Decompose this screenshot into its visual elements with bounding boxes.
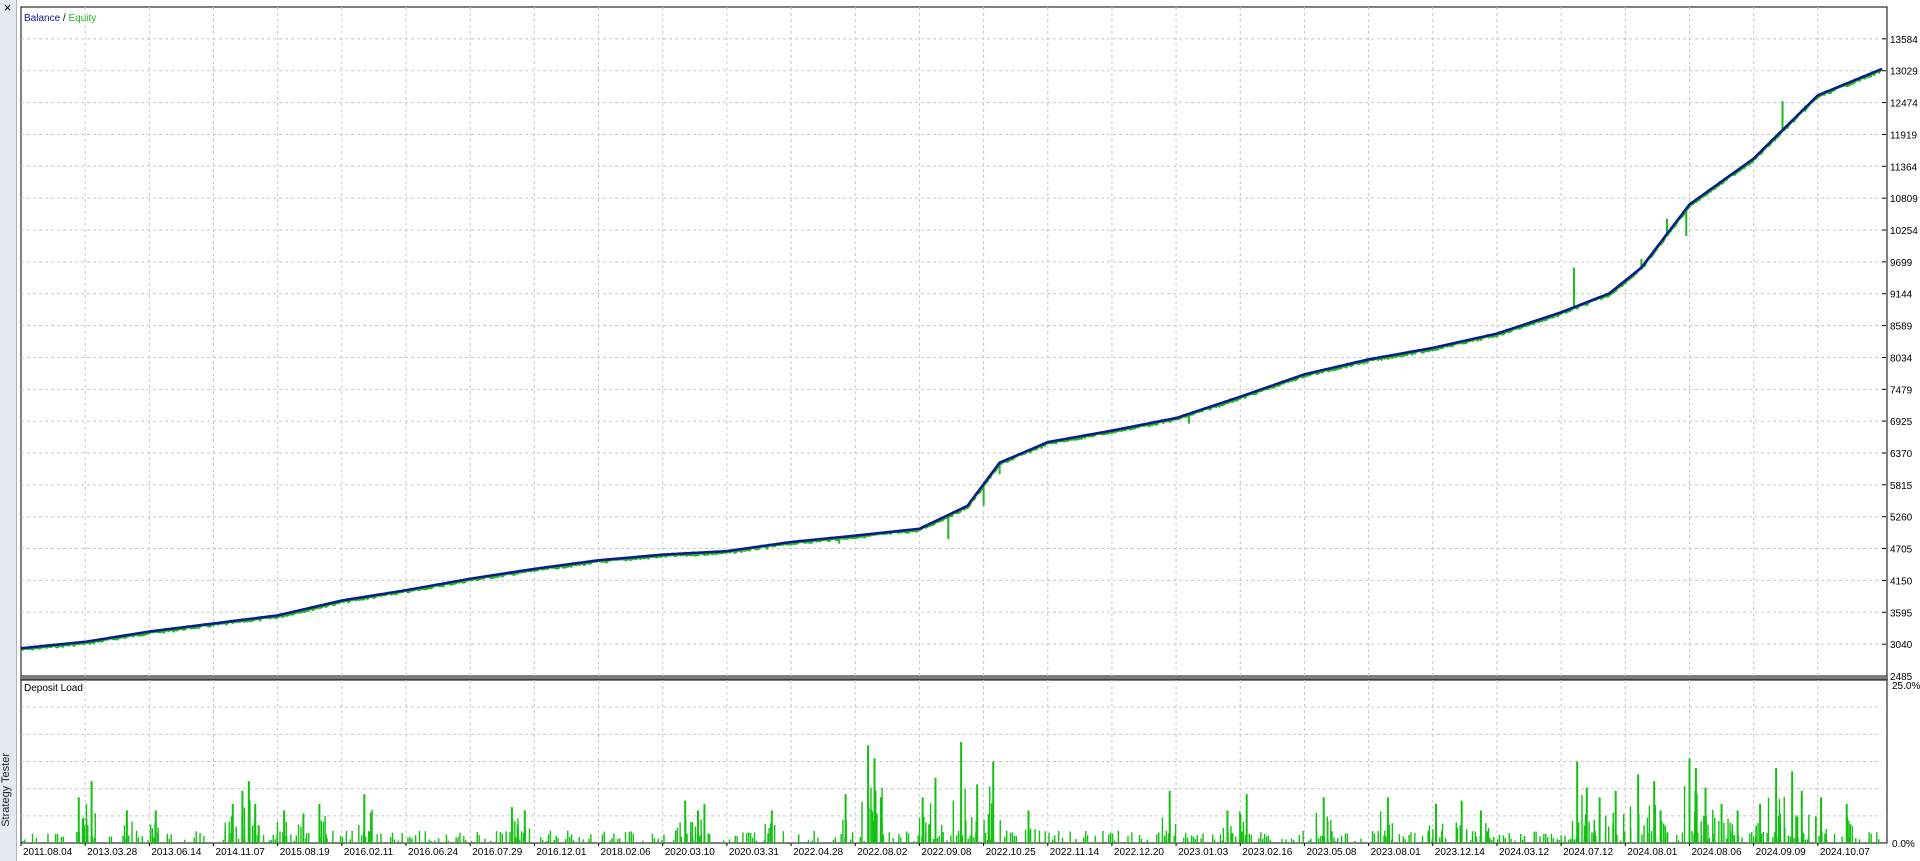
y-tick-label: 5260 [1890, 513, 1913, 524]
deposit-load-ymin: 0.0% [1892, 839, 1915, 850]
x-tick-label: 2024.08.01 [1627, 847, 1677, 858]
y-tick-label: 9144 [1890, 290, 1913, 301]
y-tick-label: 13584 [1890, 35, 1918, 46]
y-tick-label: 10809 [1890, 194, 1918, 205]
x-tick-label: 2022.09.08 [921, 847, 971, 858]
side-panel: × Strategy Tester [0, 0, 17, 861]
x-tick-label: 2022.04.28 [793, 847, 843, 858]
x-tick-label: 2011.08.04 [23, 847, 73, 858]
x-tick-label: 2013.06.14 [151, 847, 201, 858]
close-icon[interactable]: × [1, 1, 14, 14]
x-tick-label: 2014.11.07 [216, 847, 266, 858]
x-axis: 2011.08.04 2013.03.28 2013.06.14 2014.11.07… [20, 843, 1870, 858]
y-tick-label: 13029 [1890, 67, 1918, 78]
x-tick-label: 2022.10.25 [986, 847, 1036, 858]
y-tick-label: 9699 [1890, 258, 1913, 269]
x-tick-label: 2015.08.19 [280, 847, 330, 858]
x-tick-label: 2023.05.08 [1306, 847, 1356, 858]
x-tick-label: 2022.08.02 [857, 847, 907, 858]
pane-separator [20, 676, 1888, 680]
chart-area: 13584 13029 12474 11919 11364 10809 10254 9699 9… [20, 6, 1920, 858]
x-tick-label: 2023.12.14 [1435, 847, 1485, 858]
y-tick-label: 11919 [1890, 130, 1918, 141]
legend-balance: Balance [24, 13, 61, 24]
legend: Balance / Equity [24, 13, 96, 24]
x-tick-label: 2016.06.24 [408, 847, 458, 858]
y-tick-label: 4705 [1890, 545, 1913, 556]
y-tick-label: 5815 [1890, 481, 1913, 492]
x-tick-label: 2016.07.29 [472, 847, 522, 858]
panel-title: Strategy Tester [0, 753, 12, 827]
y-tick-label: 6370 [1890, 449, 1913, 460]
x-tick-label: 2018.02.06 [601, 847, 651, 858]
x-tick-label: 2024.10.07 [1820, 847, 1870, 858]
y-tick-label: 8589 [1890, 322, 1913, 333]
y-tick-label: 12474 [1890, 99, 1918, 110]
x-tick-label: 2024.03.12 [1499, 847, 1549, 858]
x-tick-label: 2013.03.28 [87, 847, 137, 858]
deposit-load-ymax: 25.0% [1892, 681, 1920, 692]
x-tick-label: 2023.08.01 [1371, 847, 1421, 858]
y-tick-label: 8034 [1890, 353, 1913, 364]
y-tick-label: 3040 [1890, 640, 1913, 651]
x-tick-label: 2023.01.03 [1178, 847, 1228, 858]
x-tick-label: 2024.07.12 [1563, 847, 1613, 858]
legend-equity: Equity [68, 13, 96, 24]
y-tick-label: 10254 [1890, 226, 1918, 237]
x-tick-label: 2022.12.20 [1114, 847, 1164, 858]
x-tick-label: 2024.08.06 [1691, 847, 1741, 858]
x-tick-label: 2024.09.09 [1756, 847, 1806, 858]
x-tick-label: 2016.02.11 [344, 847, 394, 858]
y-tick-label: 11364 [1890, 162, 1918, 173]
deposit-load-title: Deposit Load [24, 683, 83, 694]
y-tick-label: 6925 [1890, 417, 1913, 428]
x-tick-label: 2016.12.01 [536, 847, 586, 858]
x-tick-label: 2023.02.16 [1242, 847, 1292, 858]
balance-pane [20, 6, 1888, 677]
x-tick-label: 2020.03.31 [729, 847, 779, 858]
x-tick-label: 2022.11.14 [1050, 847, 1100, 858]
x-tick-label: 2020.03.10 [665, 847, 715, 858]
y-tick-label: 3595 [1890, 608, 1913, 619]
y-tick-label: 4150 [1890, 576, 1913, 587]
legend-separator: / [60, 13, 68, 24]
y-tick-label: 7479 [1890, 385, 1913, 396]
